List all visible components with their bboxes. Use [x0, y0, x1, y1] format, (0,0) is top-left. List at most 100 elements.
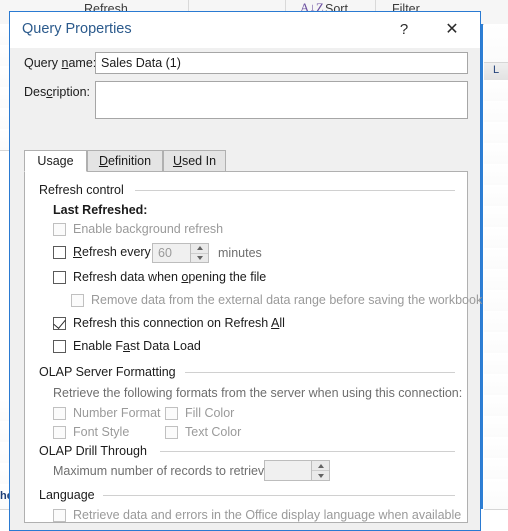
checkbox-refresh-every[interactable] — [53, 246, 66, 259]
query-name-input[interactable]: Sales Data (1) — [95, 52, 468, 74]
spinner-buttons — [190, 244, 208, 262]
checkbox-fill-color — [165, 407, 178, 420]
group-rule — [135, 190, 455, 191]
tab-label: e — [66, 154, 74, 168]
label-text: Refresh this connection on Refresh — [73, 316, 272, 330]
tab-definition[interactable]: Definition — [87, 150, 163, 172]
label-text: efresh every — [82, 245, 151, 259]
minutes-label: minutes — [218, 246, 262, 260]
drill-through-spinner[interactable] — [264, 460, 330, 481]
group-title-olap-server-formatting: OLAP Server Formatting — [39, 365, 182, 379]
group-title-olap-drill-through: OLAP Drill Through — [39, 444, 153, 458]
dialog-body: Query name: Sales Data (1) Description: … — [10, 48, 482, 530]
grid-cell[interactable] — [484, 164, 508, 186]
help-icon[interactable]: ? — [390, 16, 418, 43]
label-accel: a — [123, 339, 130, 353]
drill-through-value[interactable] — [265, 461, 311, 480]
grid-cell[interactable] — [484, 290, 508, 312]
grid-cell[interactable] — [484, 248, 508, 270]
checkbox-office-display-language — [53, 509, 66, 522]
label-enable-background-refresh: Enable background refresh — [73, 222, 224, 236]
checkbox-text-color — [165, 426, 178, 439]
query-properties-dialog: Query Properties ? ✕ Query name: Sales D… — [9, 11, 482, 531]
tab-accel: g — [59, 154, 67, 168]
label-refresh-on-open: Refresh data when opening the file — [73, 270, 266, 284]
label-font-style: Font Style — [73, 425, 130, 439]
drill-through-label: Maximum number of records to retrieve: — [53, 464, 275, 478]
dialog-titlebar: Query Properties ? ✕ — [10, 12, 480, 48]
group-rule — [103, 495, 455, 496]
spinner-up-icon[interactable] — [312, 461, 329, 471]
checkbox-enable-fast-data-load[interactable] — [53, 340, 66, 353]
label-refresh-on-refresh-all: Refresh this connection on Refresh All — [73, 316, 285, 330]
tab-accel: U — [172, 154, 182, 168]
grid-cell[interactable] — [484, 416, 508, 438]
group-rule — [185, 372, 455, 373]
label-refresh-every: Refresh every — [73, 245, 151, 259]
refresh-interval-spinner[interactable]: 60 — [152, 243, 209, 263]
label-number-format: Number Format — [73, 406, 161, 420]
grid-cell[interactable] — [484, 80, 508, 102]
tab-label: efinition — [107, 154, 152, 168]
grid-cell[interactable] — [484, 143, 508, 165]
spinner-up-icon[interactable] — [191, 244, 208, 254]
label-office-display-language: Retrieve data and errors in the Office d… — [73, 508, 462, 522]
grid-cell[interactable] — [484, 24, 508, 63]
checkbox-enable-background-refresh — [53, 223, 66, 236]
dialog-title: Query Properties — [22, 21, 132, 37]
grid-cell[interactable] — [484, 374, 508, 396]
label-text: Des — [24, 85, 47, 99]
spinner-down-icon[interactable] — [312, 471, 329, 480]
tabstrip: Usage Definition Used In — [24, 150, 468, 172]
grid-cell[interactable] — [484, 332, 508, 354]
tab-usage[interactable]: Usage — [24, 150, 87, 172]
query-name-label: Query name: — [24, 56, 96, 70]
grid-cell[interactable] — [484, 269, 508, 291]
olap-formatting-intro: Retrieve the following formats from the … — [53, 386, 463, 400]
checkbox-number-format — [53, 407, 66, 420]
label-enable-fast-data-load: Enable Fast Data Load — [73, 339, 201, 353]
grid-cell[interactable] — [484, 437, 508, 459]
label-text-color: Text Color — [185, 425, 242, 439]
tab-label: sed In — [181, 154, 217, 168]
label-text: ll — [279, 316, 285, 330]
checkbox-remove-external-data — [71, 294, 84, 307]
grid-cell[interactable] — [484, 311, 508, 333]
refresh-interval-value[interactable]: 60 — [153, 244, 190, 262]
grid-cell[interactable] — [484, 353, 508, 375]
grid-cell[interactable] — [484, 122, 508, 144]
label-text: Enable F — [73, 339, 124, 353]
label-text: ription: — [52, 85, 91, 99]
group-title-language: Language — [39, 488, 101, 502]
label-text: Refresh data when — [73, 270, 182, 284]
label-remove-external-data: Remove data from the external data range… — [91, 293, 483, 307]
last-refreshed-label: Last Refreshed: — [53, 203, 148, 217]
tab-accel: D — [98, 154, 108, 168]
checkbox-refresh-on-open[interactable] — [53, 271, 66, 284]
label-text: st Data Load — [129, 339, 201, 353]
description-label: Description: — [24, 85, 90, 99]
grid-cell[interactable] — [484, 227, 508, 249]
checkmark-icon — [53, 316, 66, 329]
label-text: ame: — [68, 56, 97, 70]
spinner-down-icon[interactable] — [191, 254, 208, 263]
usage-tab-panel: Refresh control Last Refreshed: Enable b… — [24, 171, 482, 523]
grid-cell[interactable] — [484, 458, 508, 480]
group-rule — [160, 451, 455, 452]
grid-cell[interactable] — [484, 479, 508, 510]
checkbox-refresh-on-refresh-all[interactable] — [53, 316, 66, 330]
description-input[interactable] — [95, 81, 468, 119]
column-header-l[interactable]: L — [484, 62, 508, 81]
grid-cell[interactable] — [484, 395, 508, 417]
label-text: Query — [24, 56, 62, 70]
group-title-refresh-control: Refresh control — [39, 183, 130, 197]
tab-label: Usa — [37, 154, 60, 168]
tab-used-in[interactable]: Used In — [163, 150, 226, 172]
grid-cell[interactable] — [484, 101, 508, 123]
grid-cell[interactable] — [484, 206, 508, 228]
spinner-buttons — [311, 461, 329, 480]
grid-cell[interactable] — [484, 185, 508, 207]
label-fill-color: Fill Color — [185, 406, 235, 420]
close-icon[interactable]: ✕ — [438, 16, 466, 43]
selection-edge — [481, 24, 483, 509]
